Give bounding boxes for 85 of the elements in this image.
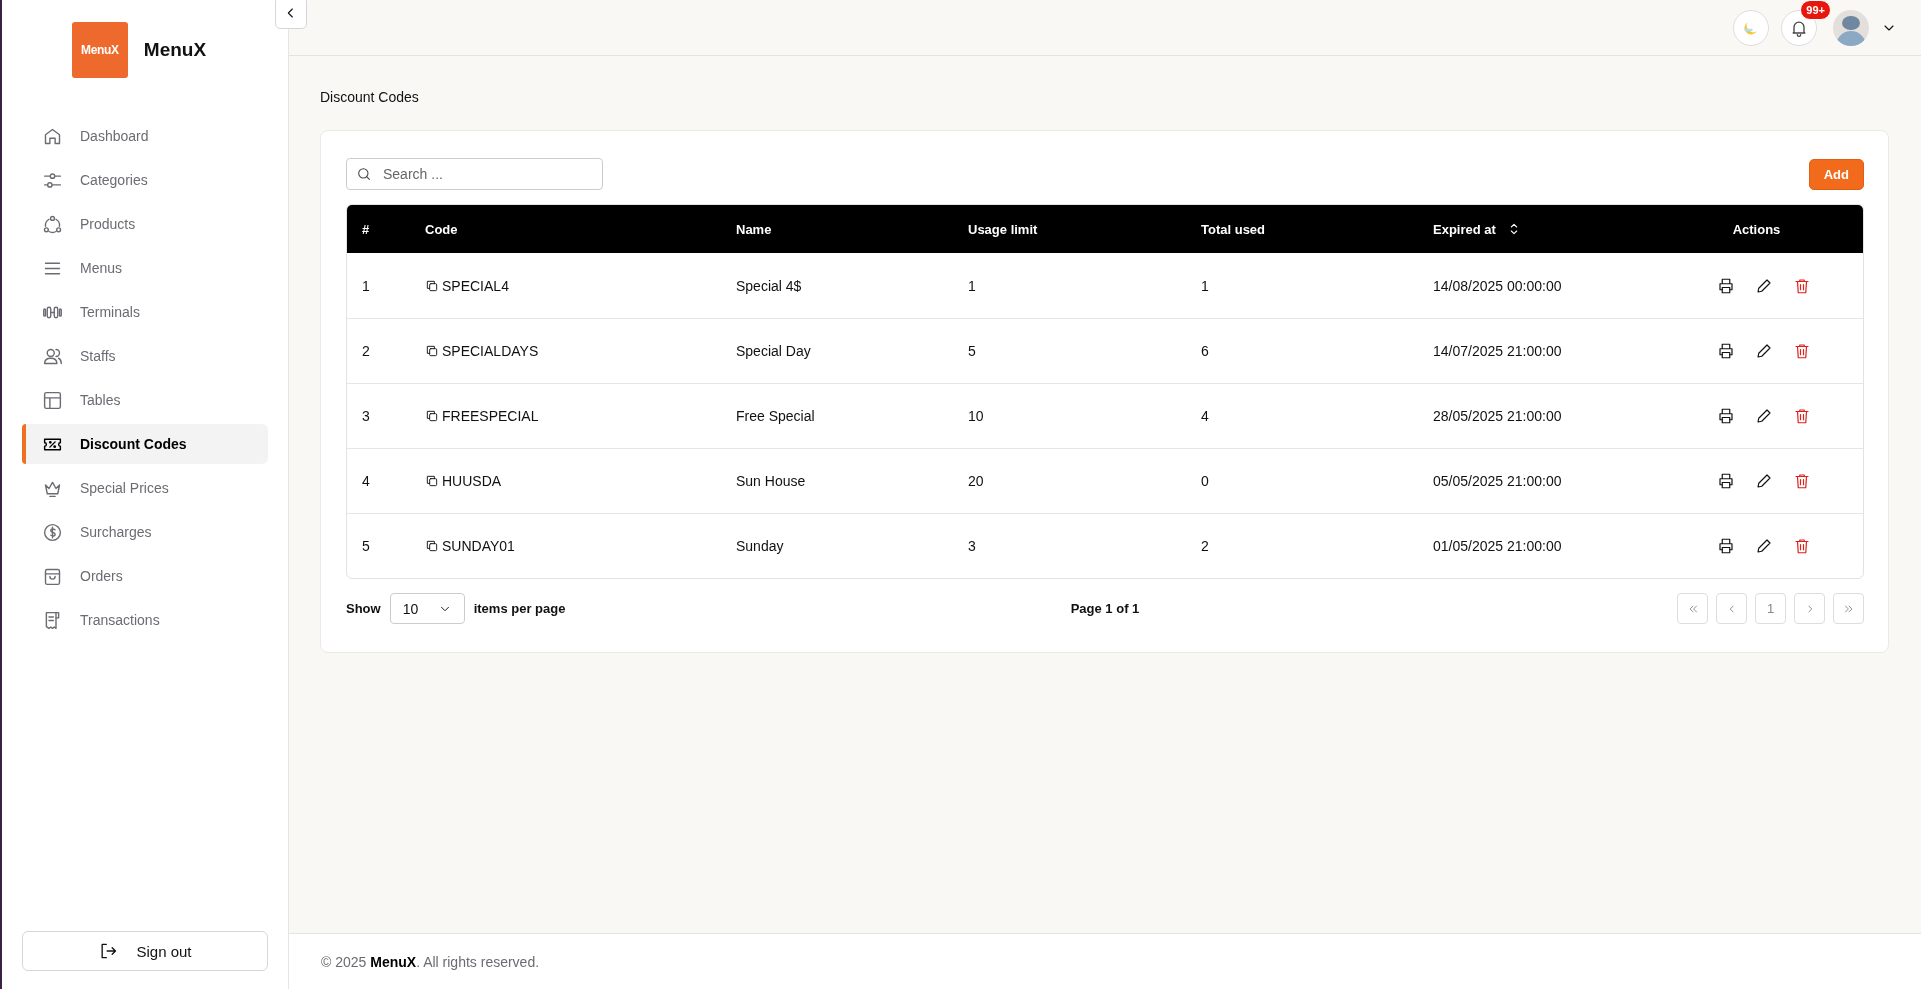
circles-icon	[42, 213, 63, 235]
table-cell: FREESPECIAL	[442, 408, 539, 424]
column-header: Actions	[1732, 221, 1781, 237]
show-label: Show	[346, 601, 381, 616]
trash-icon	[1793, 342, 1811, 360]
notification-badge: 99+	[1800, 0, 1831, 20]
search-field[interactable]: Search ...	[346, 158, 603, 190]
table-cell: Sun House	[736, 473, 806, 489]
table-cell: 2	[1201, 538, 1209, 554]
table-cell: 2	[362, 343, 370, 359]
copy-icon	[425, 409, 439, 423]
table-cell: 28/05/2025 21:00:00	[1433, 408, 1562, 424]
printer-icon	[1717, 342, 1735, 360]
table-cell: 20	[968, 473, 984, 489]
per-page-label: items per page	[473, 601, 566, 616]
pencil-icon	[1755, 342, 1773, 360]
printer-icon	[1717, 472, 1735, 490]
avatar[interactable]	[1833, 9, 1869, 46]
brand-name: MenuX	[143, 39, 207, 61]
trash-icon	[1793, 276, 1811, 295]
copy-icon	[425, 344, 439, 358]
table-icon	[42, 389, 63, 411]
column-header: Name	[736, 221, 772, 237]
pencil-icon	[1755, 407, 1773, 425]
column-header: #	[362, 221, 370, 237]
printer-icon	[1717, 276, 1735, 295]
printer-icon	[1717, 407, 1735, 425]
table-cell: SPECIALDAYS	[442, 343, 539, 359]
sidebar-item[interactable]: Special Prices	[22, 468, 268, 508]
column-header: Total used	[1201, 221, 1266, 237]
table-cell: 1	[1201, 277, 1209, 294]
sidebar-item[interactable]: Menus	[22, 248, 268, 288]
trash-icon	[1793, 472, 1811, 490]
column-header: Usage limit	[968, 221, 1038, 237]
table-cell: 5	[362, 538, 370, 554]
add-button[interactable]: Add	[1808, 158, 1864, 190]
sidebar-item[interactable]: Staffs	[22, 336, 268, 376]
table-cell: 14/07/2025 21:00:00	[1433, 343, 1562, 359]
sidebar-item[interactable]: Orders	[22, 556, 268, 596]
table-cell: Sunday	[736, 538, 784, 554]
sidebar-item[interactable]: Products	[22, 204, 268, 244]
table-cell: SPECIAL4	[442, 277, 509, 294]
page-button[interactable]: 1	[1755, 593, 1786, 624]
page-size-select[interactable]: 10	[389, 593, 465, 624]
logo: MenuX	[71, 22, 128, 78]
table-cell: 4	[362, 473, 370, 489]
table-cell: 4	[1201, 408, 1209, 424]
table-cell: 1	[968, 277, 976, 294]
copyright-text: © 2025 MenuX. All rights reserved.	[321, 953, 540, 970]
table-cell: 14/08/2025 00:00:00	[1433, 277, 1562, 294]
pencil-icon	[1755, 537, 1773, 555]
copy-icon	[425, 278, 439, 293]
column-header[interactable]: Expired at	[1433, 221, 1496, 237]
table-cell: Special 4$	[736, 277, 802, 294]
dollar-icon	[42, 521, 63, 543]
sidebar-item[interactable]: Terminals	[22, 292, 268, 332]
trash-icon	[1793, 537, 1811, 555]
sidebar-item[interactable]: Transactions	[22, 600, 268, 640]
table-cell: 05/05/2025 21:00:00	[1433, 473, 1562, 489]
table-cell: 5	[968, 343, 976, 359]
sidebar-item[interactable]: Categories	[22, 160, 268, 200]
table-cell: HUUSDA	[442, 473, 502, 489]
table-cell: Free Special	[736, 408, 815, 424]
sidebar-item[interactable]: Dashboard	[22, 116, 268, 156]
page-title: Discount Codes	[320, 89, 420, 105]
table-cell: 3	[968, 538, 976, 554]
table-cell: 1	[362, 277, 370, 294]
pencil-icon	[1755, 472, 1773, 490]
copy-icon	[425, 474, 439, 488]
page-info: Page 1 of 1	[1069, 601, 1141, 616]
table-cell: 6	[1201, 343, 1209, 359]
sign-out-button[interactable]: Sign out	[22, 931, 268, 971]
table-cell: 0	[1201, 473, 1209, 489]
table-cell: 10	[968, 408, 984, 424]
trash-icon	[1793, 407, 1811, 425]
table-cell: SUNDAY01	[442, 538, 515, 554]
printer-icon	[1717, 537, 1735, 555]
sidebar-item[interactable]: Discount Codes	[22, 424, 268, 464]
sidebar-item[interactable]: Tables	[22, 380, 268, 420]
table-cell: 01/05/2025 21:00:00	[1433, 538, 1562, 554]
table-cell: 3	[362, 408, 370, 424]
column-header: Code	[425, 221, 458, 237]
table-cell: Special Day	[736, 343, 811, 359]
sidebar-item[interactable]: Surcharges	[22, 512, 268, 552]
copy-icon	[425, 539, 439, 553]
